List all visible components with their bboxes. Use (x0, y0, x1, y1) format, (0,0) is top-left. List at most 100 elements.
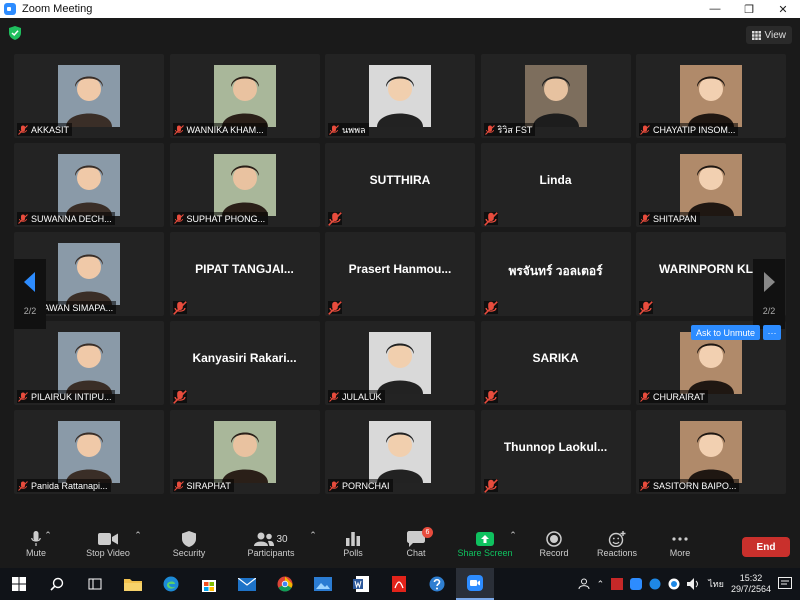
reactions-button[interactable]: Reactions (587, 530, 647, 558)
participant-tile[interactable]: SIRAPHAT (169, 410, 320, 494)
participant-tile[interactable]: SHITAPAN (636, 143, 786, 227)
participant-tile[interactable]: SASITORN BAIPO... (636, 410, 786, 494)
taskbar-edge[interactable] (152, 568, 190, 600)
participant-tile[interactable]: SUWANNA DECH... (14, 143, 164, 227)
chat-button[interactable]: 6 Chat (386, 527, 446, 558)
participant-name: SHITAPAN (653, 213, 697, 224)
participant-tile[interactable]: PILAIRUK INTIPU... (14, 321, 164, 405)
muted-mic-icon (18, 391, 28, 402)
participants-options-caret[interactable]: ⌃ (303, 530, 323, 541)
previous-page-button[interactable]: 2/2 (14, 259, 46, 329)
close-button[interactable]: ✕ (766, 0, 800, 18)
tray-red-app-icon[interactable] (611, 578, 624, 590)
participant-video-thumbnail (58, 421, 120, 483)
taskbar-store[interactable] (190, 568, 228, 600)
taskbar-chrome[interactable] (266, 568, 304, 600)
participant-name-label: WANNIKA KHAM... (172, 123, 267, 136)
tray-cloud-icon[interactable] (668, 578, 680, 590)
people-icon[interactable] (578, 578, 590, 590)
task-view-button[interactable] (76, 568, 114, 600)
participant-tile[interactable]: SARIKA (480, 321, 631, 405)
participant-tile[interactable]: JULALUK (325, 321, 475, 405)
tray-zoom-icon[interactable] (630, 578, 643, 590)
participant-name: นพพล (342, 124, 366, 135)
clock-time: 15:32 (739, 573, 763, 583)
start-button[interactable] (0, 568, 38, 600)
muted-mic-icon (328, 211, 342, 226)
participant-tile[interactable]: SUTTHIRA (325, 143, 475, 227)
participant-tile[interactable]: ริวิส FST (480, 54, 631, 138)
participant-tile[interactable]: PORNCHAI (325, 410, 475, 494)
participant-tile[interactable]: นพพล (325, 54, 475, 138)
taskbar-word[interactable] (342, 568, 380, 600)
taskbar-zoom[interactable] (456, 568, 494, 600)
participant-name: SUPHAT PHONG... (186, 213, 266, 224)
record-icon (546, 531, 562, 547)
participant-video-thumbnail (58, 65, 120, 127)
share-options-caret[interactable]: ⌃ (503, 530, 523, 541)
participant-name-label: Panida Rattanapi... (17, 479, 111, 492)
participant-name-label: ริวิส FST (483, 123, 536, 136)
view-label: View (764, 29, 787, 41)
participant-tile[interactable]: Thunnop Laokul... (480, 410, 631, 494)
muted-mic-icon (329, 480, 339, 491)
more-button[interactable]: More (650, 530, 710, 558)
participant-tile[interactable]: Kanyasiri Rakari... (169, 321, 320, 405)
clock[interactable]: 15:32 29/7/2564 (731, 573, 771, 595)
notifications-icon[interactable] (778, 577, 792, 591)
taskbar-pdf[interactable] (380, 568, 418, 600)
video-options-caret[interactable]: ⌃ (128, 530, 148, 541)
arrow-right-icon (764, 272, 775, 292)
participant-mute-indicator (483, 389, 498, 404)
search-icon (50, 577, 64, 591)
polls-button[interactable]: Polls (323, 530, 383, 558)
record-button[interactable]: Record (524, 530, 584, 558)
grid-view-icon (751, 30, 761, 40)
participant-tile[interactable]: Prasert Hanmou... (325, 232, 475, 316)
participant-name: JULALUK (342, 391, 382, 402)
participant-name: CHAYATIP INSOM... (653, 124, 736, 135)
taskbar-mail[interactable] (228, 568, 266, 600)
taskbar-help[interactable] (418, 568, 456, 600)
input-language[interactable]: ไทย (708, 577, 724, 591)
participant-mute-indicator (328, 211, 342, 226)
participant-name: PORNCHAI (342, 480, 390, 491)
chrome-browser-icon (277, 576, 293, 592)
participant-video-thumbnail (680, 332, 742, 394)
participant-tile[interactable]: WANNIKA KHAM... (169, 54, 320, 138)
participant-grid: AKKASIT WANNIKA KHAM... นพพล ริวิส FST CHAYA… (14, 54, 786, 494)
participant-tile[interactable]: AKKASIT (14, 54, 164, 138)
participant-tile[interactable]: SUPHAT PHONG... (169, 143, 320, 227)
tile-more-button[interactable]: ··· (763, 325, 781, 340)
edge-browser-icon (163, 576, 179, 592)
participant-tile[interactable]: CHAYATIP INSOM... (636, 54, 786, 138)
mute-options-caret[interactable]: ⌃ (38, 530, 58, 541)
participant-tile[interactable]: พรจันทร์ วอลเตอร์ (480, 232, 631, 316)
security-button[interactable]: Security (159, 530, 219, 558)
muted-mic-icon (329, 124, 339, 135)
participants-button[interactable]: 30 Participants (241, 530, 301, 558)
taskbar-photos[interactable] (304, 568, 342, 600)
participant-mute-indicator (172, 389, 187, 404)
participant-tile[interactable]: PIPAT TANGJAI... (169, 232, 320, 316)
end-meeting-button[interactable]: End (742, 537, 790, 557)
view-button[interactable]: View (745, 26, 792, 44)
arrow-left-icon (24, 272, 35, 292)
participant-tile[interactable]: Linda (480, 143, 631, 227)
tray-security-icon[interactable] (649, 578, 661, 590)
search-button[interactable] (38, 568, 76, 600)
encryption-shield-icon[interactable] (9, 26, 21, 40)
next-page-button[interactable]: 2/2 (753, 259, 785, 329)
minimize-button[interactable]: — (698, 0, 732, 18)
mail-icon (238, 577, 256, 591)
participant-video-thumbnail (369, 332, 431, 394)
participant-video-thumbnail (524, 65, 587, 127)
muted-mic-icon (483, 478, 498, 493)
speaker-icon[interactable] (687, 578, 701, 590)
participant-tile[interactable]: Panida Rattanapi... (14, 410, 164, 494)
windows-logo-icon (12, 577, 26, 591)
taskbar-file-explorer[interactable] (114, 568, 152, 600)
maximize-button[interactable]: ❐ (732, 0, 766, 18)
ask-to-unmute-button[interactable]: Ask to Unmute (691, 325, 761, 340)
tray-expand-caret[interactable]: ⌃ (597, 579, 605, 590)
